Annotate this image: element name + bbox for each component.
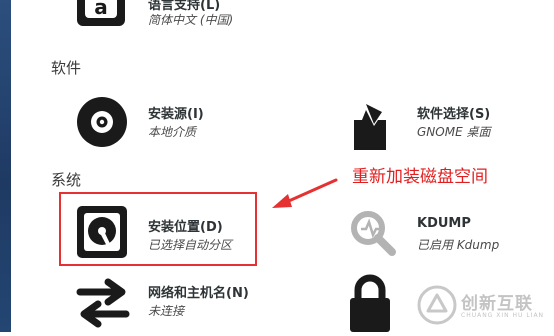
install-source-title: 安装源(I): [148, 107, 204, 122]
left-sidebar-strip: [0, 0, 11, 332]
software-selection-status: GNOME 桌面: [417, 125, 491, 139]
kdump-title: KDUMP: [417, 216, 471, 231]
kdump-status: 已启用 Kdump: [417, 238, 500, 252]
disc-icon: [76, 96, 128, 148]
language-support-status: 简体中文 (中国): [148, 13, 234, 27]
svg-text:a: a: [94, 0, 108, 19]
spoke-security[interactable]: [340, 272, 410, 332]
annotation-text: 重新加装磁盘空间: [352, 167, 488, 187]
install-source-status: 本地介质: [148, 125, 197, 139]
highlight-box: [59, 192, 257, 266]
kdump-search-icon: [346, 208, 400, 262]
network-arrows-icon: [76, 276, 130, 328]
language-icon: a: [76, 0, 126, 36]
watermark-logo-icon: [417, 285, 457, 325]
watermark-logo: 创新互联 CHUANG XIN HU LIAN: [413, 282, 551, 328]
network-hostname-title: 网络和主机名(N): [148, 286, 249, 301]
annotation-arrow: [272, 178, 338, 208]
section-software-label: 软件: [51, 59, 82, 77]
spoke-language-support[interactable]: a 语言支持(L) 简体中文 (中国): [0, 0, 300, 40]
spoke-install-source[interactable]: 安装源(I) 本地介质: [70, 90, 290, 152]
package-icon: [350, 102, 390, 152]
watermark-subtext: CHUANG XIN HU LIAN: [461, 312, 545, 319]
spoke-software-selection[interactable]: 软件选择(S) GNOME 桌面: [340, 90, 540, 152]
spoke-kdump[interactable]: KDUMP 已启用 Kdump: [340, 200, 540, 262]
network-hostname-status: 未连接: [148, 304, 185, 318]
watermark-text: 创新互联: [461, 294, 533, 314]
spoke-network-hostname[interactable]: 网络和主机名(N) 未连接: [70, 272, 290, 332]
software-selection-title: 软件选择(S): [417, 107, 491, 122]
section-system-label: 系统: [51, 171, 82, 189]
lock-icon: [348, 274, 392, 332]
